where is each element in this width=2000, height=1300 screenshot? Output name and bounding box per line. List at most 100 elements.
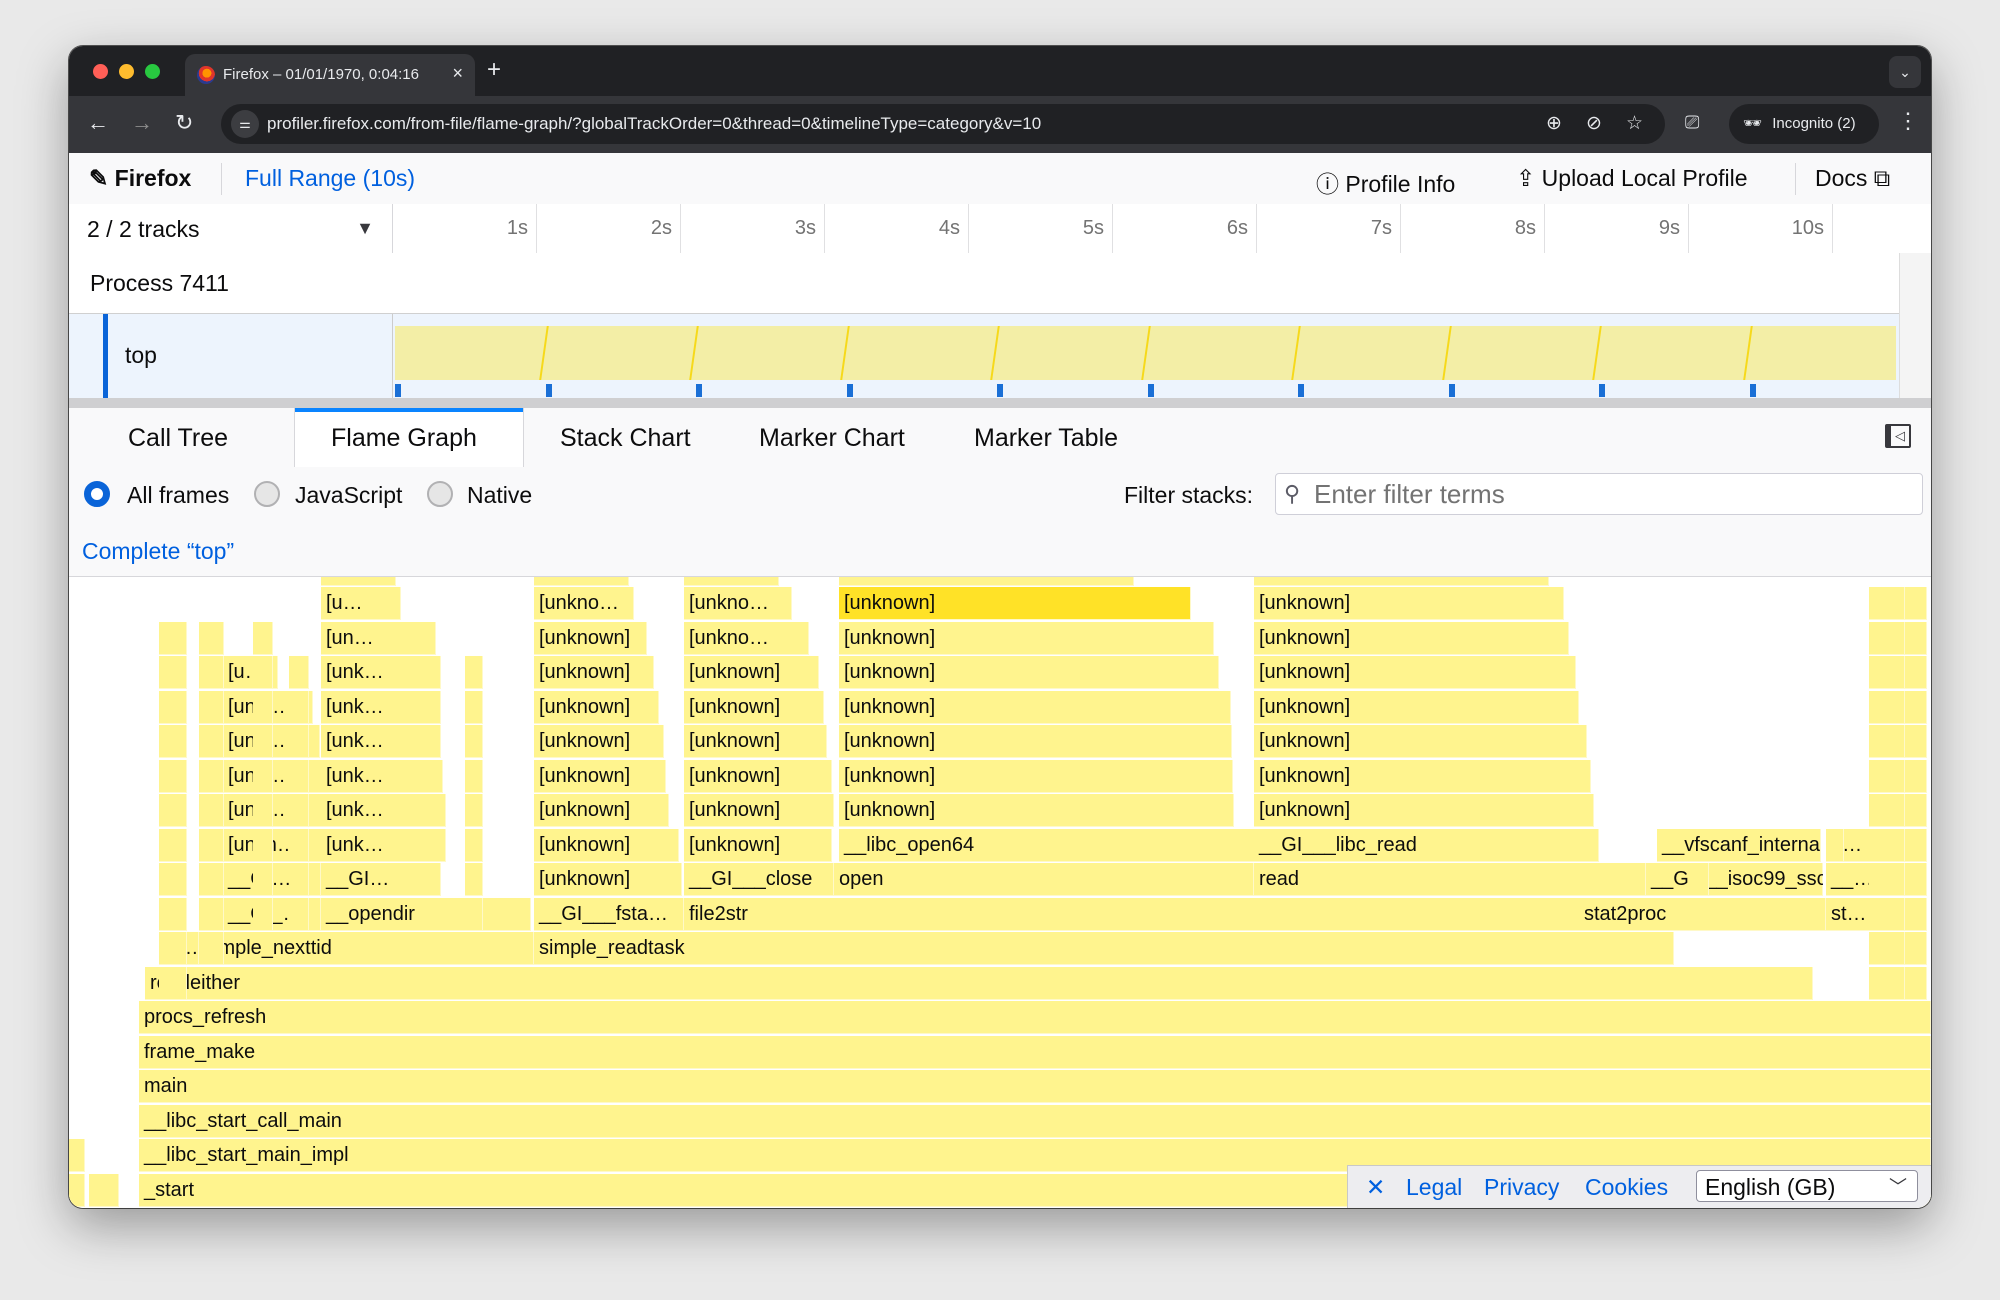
flame-frame[interactable]: frame_make <box>139 1035 1931 1069</box>
tab-marker-table[interactable]: Marker Table <box>942 408 1142 467</box>
flame-frame-small[interactable] <box>199 828 224 862</box>
flame-frame-small[interactable] <box>159 759 187 793</box>
flame-frame-small[interactable] <box>199 932 224 965</box>
flame-frame-small[interactable] <box>159 725 187 758</box>
tab-marker-chart[interactable]: Marker Chart <box>722 408 942 467</box>
flame-frame-small[interactable] <box>199 690 224 724</box>
flame-frame[interactable]: __GI___fsta… <box>534 897 684 931</box>
flame-frame-small[interactable] <box>159 690 187 724</box>
flame-frame-small[interactable] <box>465 725 483 758</box>
bookmark-star-icon[interactable]: ☆ <box>1626 112 1643 135</box>
flame-frame-small[interactable] <box>289 759 309 793</box>
flame-frame[interactable]: [unkno… <box>684 587 792 620</box>
tab-call-tree[interactable]: Call Tree <box>69 408 294 467</box>
flame-frame-small[interactable] <box>253 863 273 896</box>
flame-frame[interactable]: __opendir <box>321 897 531 931</box>
flame-frame[interactable]: [unkno… <box>684 621 809 655</box>
cast-icon[interactable]: ⎚ <box>1685 112 1699 133</box>
flame-frame[interactable]: [unknown] <box>534 690 659 724</box>
flame-frame-small[interactable] <box>253 828 273 862</box>
language-select[interactable]: English (GB) ﹀ <box>1696 1170 1918 1202</box>
flame-frame-clipped[interactable] <box>684 577 779 586</box>
flame-frame[interactable]: [unk… <box>321 656 441 689</box>
flame-frame-small[interactable] <box>1905 966 1927 1000</box>
radio-native[interactable] <box>427 481 453 507</box>
flame-frame[interactable]: [unknown] <box>839 690 1231 724</box>
flame-frame[interactable]: [unk… <box>321 794 446 827</box>
flame-frame-small[interactable] <box>1905 828 1927 862</box>
flame-frame[interactable]: __GI___isoc99_sscanf <box>1646 863 1823 896</box>
flame-frame[interactable]: procs_refresh <box>139 1001 1931 1034</box>
flame-frame-small[interactable] <box>253 794 273 827</box>
timeline-scrollbar[interactable] <box>1899 253 1931 398</box>
flame-frame[interactable]: __GI___close <box>684 863 834 896</box>
flame-frame-small[interactable] <box>289 897 309 931</box>
sample-marker[interactable] <box>1298 384 1304 397</box>
new-tab-button[interactable]: + <box>487 56 501 84</box>
flame-frame[interactable]: [u… <box>321 587 401 620</box>
sample-marker[interactable] <box>997 384 1003 397</box>
flame-frame-small[interactable] <box>1869 621 1905 655</box>
flame-frame[interactable]: [unknown] <box>1254 794 1594 827</box>
flame-frame-small[interactable] <box>1869 656 1905 689</box>
flame-frame-small[interactable] <box>289 863 309 896</box>
minimize-window-button[interactable] <box>119 64 134 79</box>
flame-frame-small[interactable] <box>1905 759 1927 793</box>
flame-frame-small[interactable] <box>465 656 483 689</box>
flame-frame-small[interactable] <box>253 897 273 931</box>
flame-frame[interactable]: [unknown] <box>1254 759 1591 793</box>
flame-frame-small[interactable] <box>1869 932 1905 965</box>
address-bar[interactable]: ⚌ profiler.firefox.com/from-file/flame-g… <box>221 104 1665 144</box>
flame-frame-small[interactable] <box>289 656 309 689</box>
flame-frame-small[interactable] <box>465 897 483 931</box>
forward-icon[interactable]: → <box>131 110 153 136</box>
flame-frame-small[interactable] <box>1869 966 1905 1000</box>
profile-info-button[interactable]: ⓘ Profile Info <box>1316 165 1455 199</box>
profile-name-button[interactable]: ✎ Firefox <box>89 165 191 192</box>
flame-frame[interactable]: [un… <box>321 621 436 655</box>
flame-frame[interactable]: __GI… <box>321 863 441 896</box>
tab-search-button[interactable]: ⌄ <box>1889 56 1921 88</box>
flame-frame[interactable]: [unknown] <box>534 863 682 896</box>
flame-frame-small[interactable] <box>289 828 309 862</box>
flame-frame-small[interactable] <box>69 1139 85 1172</box>
flame-frame[interactable]: [unknown] <box>839 794 1234 827</box>
flame-frame-small[interactable] <box>1829 828 1844 862</box>
flame-frame-small[interactable] <box>1905 690 1927 724</box>
tab-flame-graph[interactable]: Flame Graph <box>294 408 524 468</box>
flame-frame[interactable]: [unknown] <box>1254 725 1587 758</box>
flame-frame[interactable]: [unk… <box>321 690 441 724</box>
flame-frame[interactable]: [unknown] <box>839 656 1219 689</box>
flame-frame[interactable]: [unknown] <box>684 759 832 793</box>
flame-frame-small[interactable] <box>199 759 224 793</box>
flame-frame[interactable]: [unknown] <box>534 621 647 655</box>
flame-frame-small[interactable] <box>253 690 273 724</box>
upload-profile-button[interactable]: ⇪ Upload Local Profile <box>1516 165 1748 192</box>
sample-marker[interactable] <box>395 384 401 397</box>
eye-off-icon[interactable]: ⊘ <box>1586 112 1602 135</box>
flame-frame-clipped[interactable] <box>839 577 1134 586</box>
flame-frame-small[interactable] <box>253 621 273 655</box>
site-info-icon[interactable]: ⚌ <box>231 110 259 138</box>
flame-frame[interactable]: __vfscanf_internal <box>1657 828 1821 862</box>
reload-icon[interactable]: ↻ <box>175 110 193 136</box>
sample-marker[interactable] <box>846 384 853 397</box>
flame-frame-small[interactable] <box>199 725 224 758</box>
flame-frame[interactable]: __libc_start_call_main <box>139 1104 1931 1138</box>
flame-frame[interactable]: [unknown] <box>1254 656 1576 689</box>
flame-frame-small[interactable] <box>1905 621 1927 655</box>
flame-frame-small[interactable] <box>1869 863 1905 896</box>
activity-graph[interactable] <box>392 314 1906 398</box>
flame-frame-small[interactable] <box>253 656 273 689</box>
flame-frame-small[interactable] <box>1869 794 1905 827</box>
flame-frame-clipped[interactable] <box>534 577 629 586</box>
flame-frame[interactable]: [unknown] <box>1254 587 1564 620</box>
flame-frame[interactable]: [unknown] <box>684 725 827 758</box>
timeline-splitter[interactable] <box>69 398 1931 408</box>
flame-frame-small[interactable] <box>159 863 187 896</box>
flame-frame[interactable]: stat2proc <box>1579 897 1826 931</box>
legal-link[interactable]: Legal <box>1406 1174 1462 1201</box>
incognito-badge[interactable]: 🕶 Incognito (2) <box>1729 104 1879 144</box>
flame-frame-small[interactable] <box>199 794 224 827</box>
flame-frame-small[interactable] <box>253 725 273 758</box>
